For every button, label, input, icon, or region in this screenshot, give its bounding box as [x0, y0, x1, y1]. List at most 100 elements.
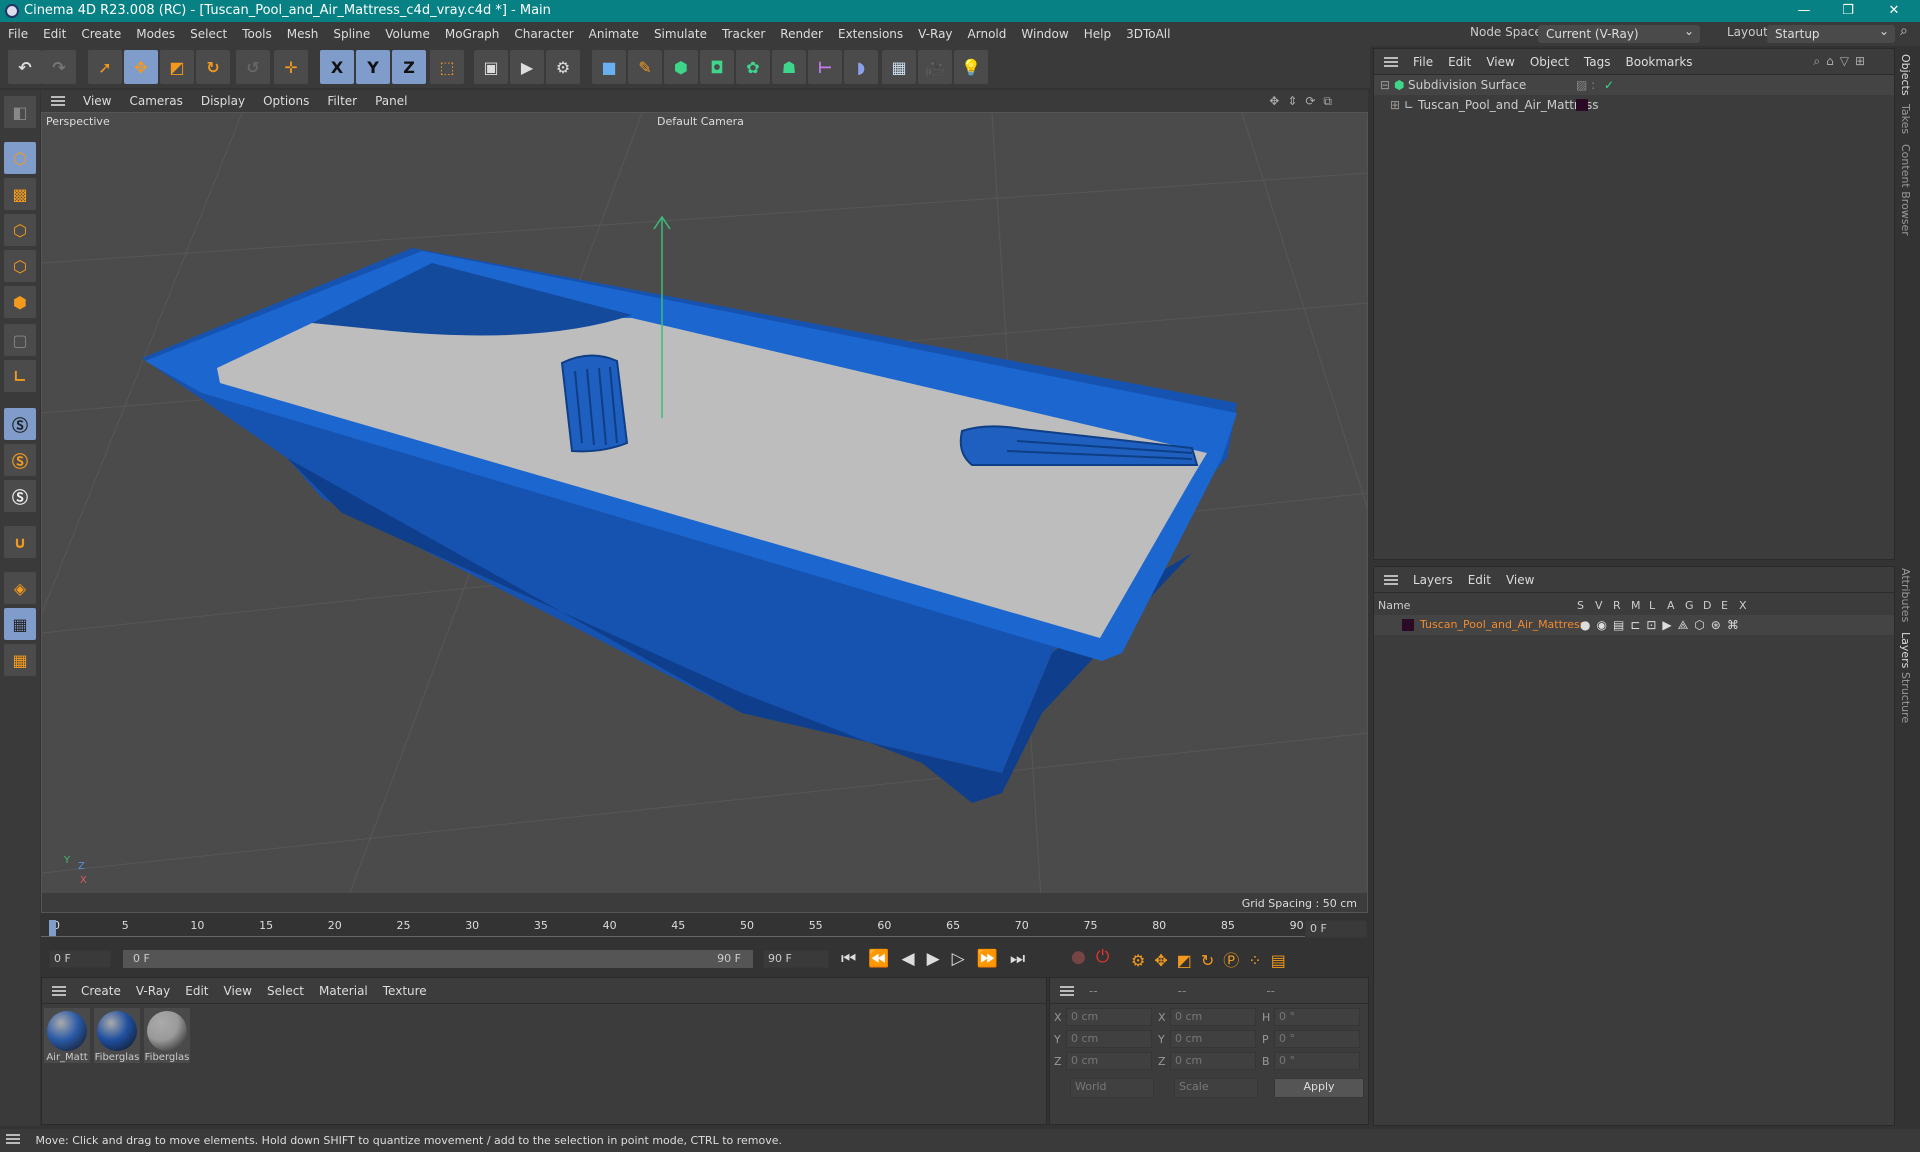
- maximize-button[interactable]: ❐: [1828, 0, 1868, 22]
- hamburger-icon[interactable]: [6, 1134, 20, 1144]
- menu-edit[interactable]: Edit: [43, 27, 66, 41]
- viewport-menu-panel[interactable]: Panel: [375, 94, 407, 108]
- points-mode-icon[interactable]: ⬡: [4, 214, 36, 246]
- redo-icon[interactable]: ↷: [42, 50, 76, 84]
- keyframe-icon[interactable]: ⚙: [1131, 951, 1154, 970]
- scale-tool-icon[interactable]: ◩: [160, 50, 194, 84]
- object-row-subdivision[interactable]: ⊟ ⬢ Subdivision Surface ▨ : ✓: [1374, 75, 1894, 95]
- tab-layers[interactable]: Layers: [1899, 632, 1912, 668]
- coord-value-field[interactable]: 0 °: [1274, 1030, 1360, 1048]
- coord-system-dropdown[interactable]: World: [1070, 1078, 1154, 1098]
- menu-vray[interactable]: V-Ray: [918, 27, 952, 41]
- layer-column-header[interactable]: M: [1631, 597, 1641, 615]
- mat-menu-vray[interactable]: V-Ray: [136, 984, 170, 998]
- visibility-dots-icon[interactable]: ▨ :: [1576, 75, 1595, 95]
- object-toolbar-icons[interactable]: ⌕⌂▽⊞: [1813, 54, 1871, 69]
- uv-mode-icon[interactable]: ▢: [4, 324, 36, 356]
- coord-value-field[interactable]: 0 °: [1274, 1008, 1360, 1026]
- menu-3dtoall[interactable]: 3DToAll: [1126, 27, 1170, 41]
- hamburger-icon[interactable]: [1384, 574, 1398, 585]
- mat-menu-material[interactable]: Material: [319, 984, 368, 998]
- mat-menu-select[interactable]: Select: [267, 984, 304, 998]
- autokey-icon[interactable]: ⏻: [1096, 947, 1119, 967]
- key-scale-icon[interactable]: ◩: [1177, 951, 1201, 970]
- object-row-pool[interactable]: ⊞ ∟ Tuscan_Pool_and_Air_Mattress :: [1374, 95, 1894, 115]
- model-mode-icon[interactable]: ⬡: [4, 142, 36, 174]
- layer-column-header[interactable]: D: [1703, 597, 1711, 615]
- tab-content-browser[interactable]: Content Browser: [1899, 144, 1912, 236]
- floor-icon[interactable]: ▦: [882, 50, 916, 84]
- undo-icon[interactable]: ↶: [8, 50, 42, 84]
- key-pla-icon[interactable]: ⁘: [1248, 951, 1270, 970]
- layer-column-header[interactable]: E: [1721, 597, 1728, 615]
- transform-icon[interactable]: ✛: [274, 50, 308, 84]
- current-frame-field[interactable]: 0 F: [1305, 920, 1367, 938]
- go-to-start-icon[interactable]: ⏮: [841, 949, 868, 969]
- viewport-navigation-icons[interactable]: ✥⇕⟳⧉: [1269, 94, 1340, 109]
- light-icon[interactable]: 💡: [954, 50, 988, 84]
- size-mode-dropdown[interactable]: Scale: [1174, 1078, 1258, 1098]
- obj-menu-file[interactable]: File: [1413, 55, 1433, 69]
- menu-mograph[interactable]: MoGraph: [445, 27, 500, 41]
- tab-structure[interactable]: Structure: [1899, 672, 1912, 723]
- menu-modes[interactable]: Modes: [136, 27, 175, 41]
- viewport-menu-options[interactable]: Options: [263, 94, 309, 108]
- layer-column-header[interactable]: L: [1649, 597, 1655, 615]
- hamburger-icon[interactable]: [51, 96, 65, 106]
- coordinate-system-icon[interactable]: ⬚: [430, 50, 464, 84]
- menu-animate[interactable]: Animate: [589, 27, 639, 41]
- mograph-icon[interactable]: ☗: [772, 50, 806, 84]
- key-rotation-icon[interactable]: ↻: [1201, 951, 1223, 970]
- close-button[interactable]: ✕: [1874, 0, 1914, 22]
- snap-settings-icon[interactable]: Ⓢ: [4, 444, 36, 476]
- snap-icon[interactable]: Ⓢ: [4, 408, 36, 440]
- deformer-icon[interactable]: ⊢: [808, 50, 842, 84]
- coord-value-field[interactable]: 0 cm: [1066, 1008, 1152, 1026]
- playhead[interactable]: [49, 920, 56, 936]
- subdivision-icon[interactable]: ⬢: [664, 50, 698, 84]
- minimize-button[interactable]: —: [1784, 0, 1824, 22]
- cloner-icon[interactable]: ✿: [736, 50, 770, 84]
- node-space-dropdown[interactable]: Current (V-Ray): [1538, 22, 1700, 43]
- obj-menu-object[interactable]: Object: [1530, 55, 1569, 69]
- menu-help[interactable]: Help: [1084, 27, 1111, 41]
- viewport-menu-filter[interactable]: Filter: [327, 94, 357, 108]
- menu-extensions[interactable]: Extensions: [838, 27, 903, 41]
- tab-attributes[interactable]: Attributes: [1899, 568, 1912, 622]
- layer-column-header[interactable]: A: [1667, 597, 1675, 615]
- obj-menu-edit[interactable]: Edit: [1448, 55, 1471, 69]
- mat-menu-texture[interactable]: Texture: [383, 984, 427, 998]
- frame-range-slider[interactable]: 0 F 90 F: [123, 950, 753, 968]
- layer-menu-edit[interactable]: Edit: [1468, 573, 1491, 587]
- material-swatch[interactable]: Fiberglas: [144, 1008, 190, 1063]
- rotate-tool-icon[interactable]: ↻: [196, 50, 230, 84]
- viewport-menu-cameras[interactable]: Cameras: [129, 94, 182, 108]
- z-axis-icon[interactable]: Z: [392, 50, 426, 84]
- timeline-icon[interactable]: ▤: [1271, 951, 1295, 970]
- coord-value-field[interactable]: 0 cm: [1170, 1052, 1256, 1070]
- layer-color-swatch[interactable]: [1576, 99, 1588, 111]
- end-frame-field[interactable]: 90 F: [763, 950, 829, 968]
- obj-menu-tags[interactable]: Tags: [1584, 55, 1611, 69]
- visibility-dots-icon[interactable]: :: [1594, 95, 1598, 115]
- menu-window[interactable]: Window: [1021, 27, 1068, 41]
- coord-value-field[interactable]: 0 cm: [1066, 1030, 1152, 1048]
- menu-mesh[interactable]: Mesh: [287, 27, 319, 41]
- extrude-icon[interactable]: ◘: [700, 50, 734, 84]
- layout-dropdown[interactable]: Startup: [1767, 22, 1895, 43]
- search-icon[interactable]: ⌕: [1900, 23, 1908, 39]
- 3d-viewport[interactable]: Perspective Default Camera Grid Spacing …: [41, 112, 1368, 913]
- texture-mode-icon[interactable]: ▩: [4, 178, 36, 210]
- layer-column-header[interactable]: X: [1739, 597, 1747, 615]
- play-icon[interactable]: ▶: [927, 949, 952, 969]
- menu-spline[interactable]: Spline: [333, 27, 370, 41]
- menu-volume[interactable]: Volume: [385, 27, 430, 41]
- coord-value-field[interactable]: 0 cm: [1170, 1030, 1256, 1048]
- coord-value-field[interactable]: 0 cm: [1170, 1008, 1256, 1026]
- layer-column-header[interactable]: Name: [1378, 597, 1410, 615]
- material-swatch[interactable]: Air_Matt: [44, 1008, 90, 1063]
- menu-character[interactable]: Character: [514, 27, 573, 41]
- coord-value-field[interactable]: 0 cm: [1066, 1052, 1152, 1070]
- menu-tracker[interactable]: Tracker: [722, 27, 765, 41]
- mat-menu-edit[interactable]: Edit: [185, 984, 208, 998]
